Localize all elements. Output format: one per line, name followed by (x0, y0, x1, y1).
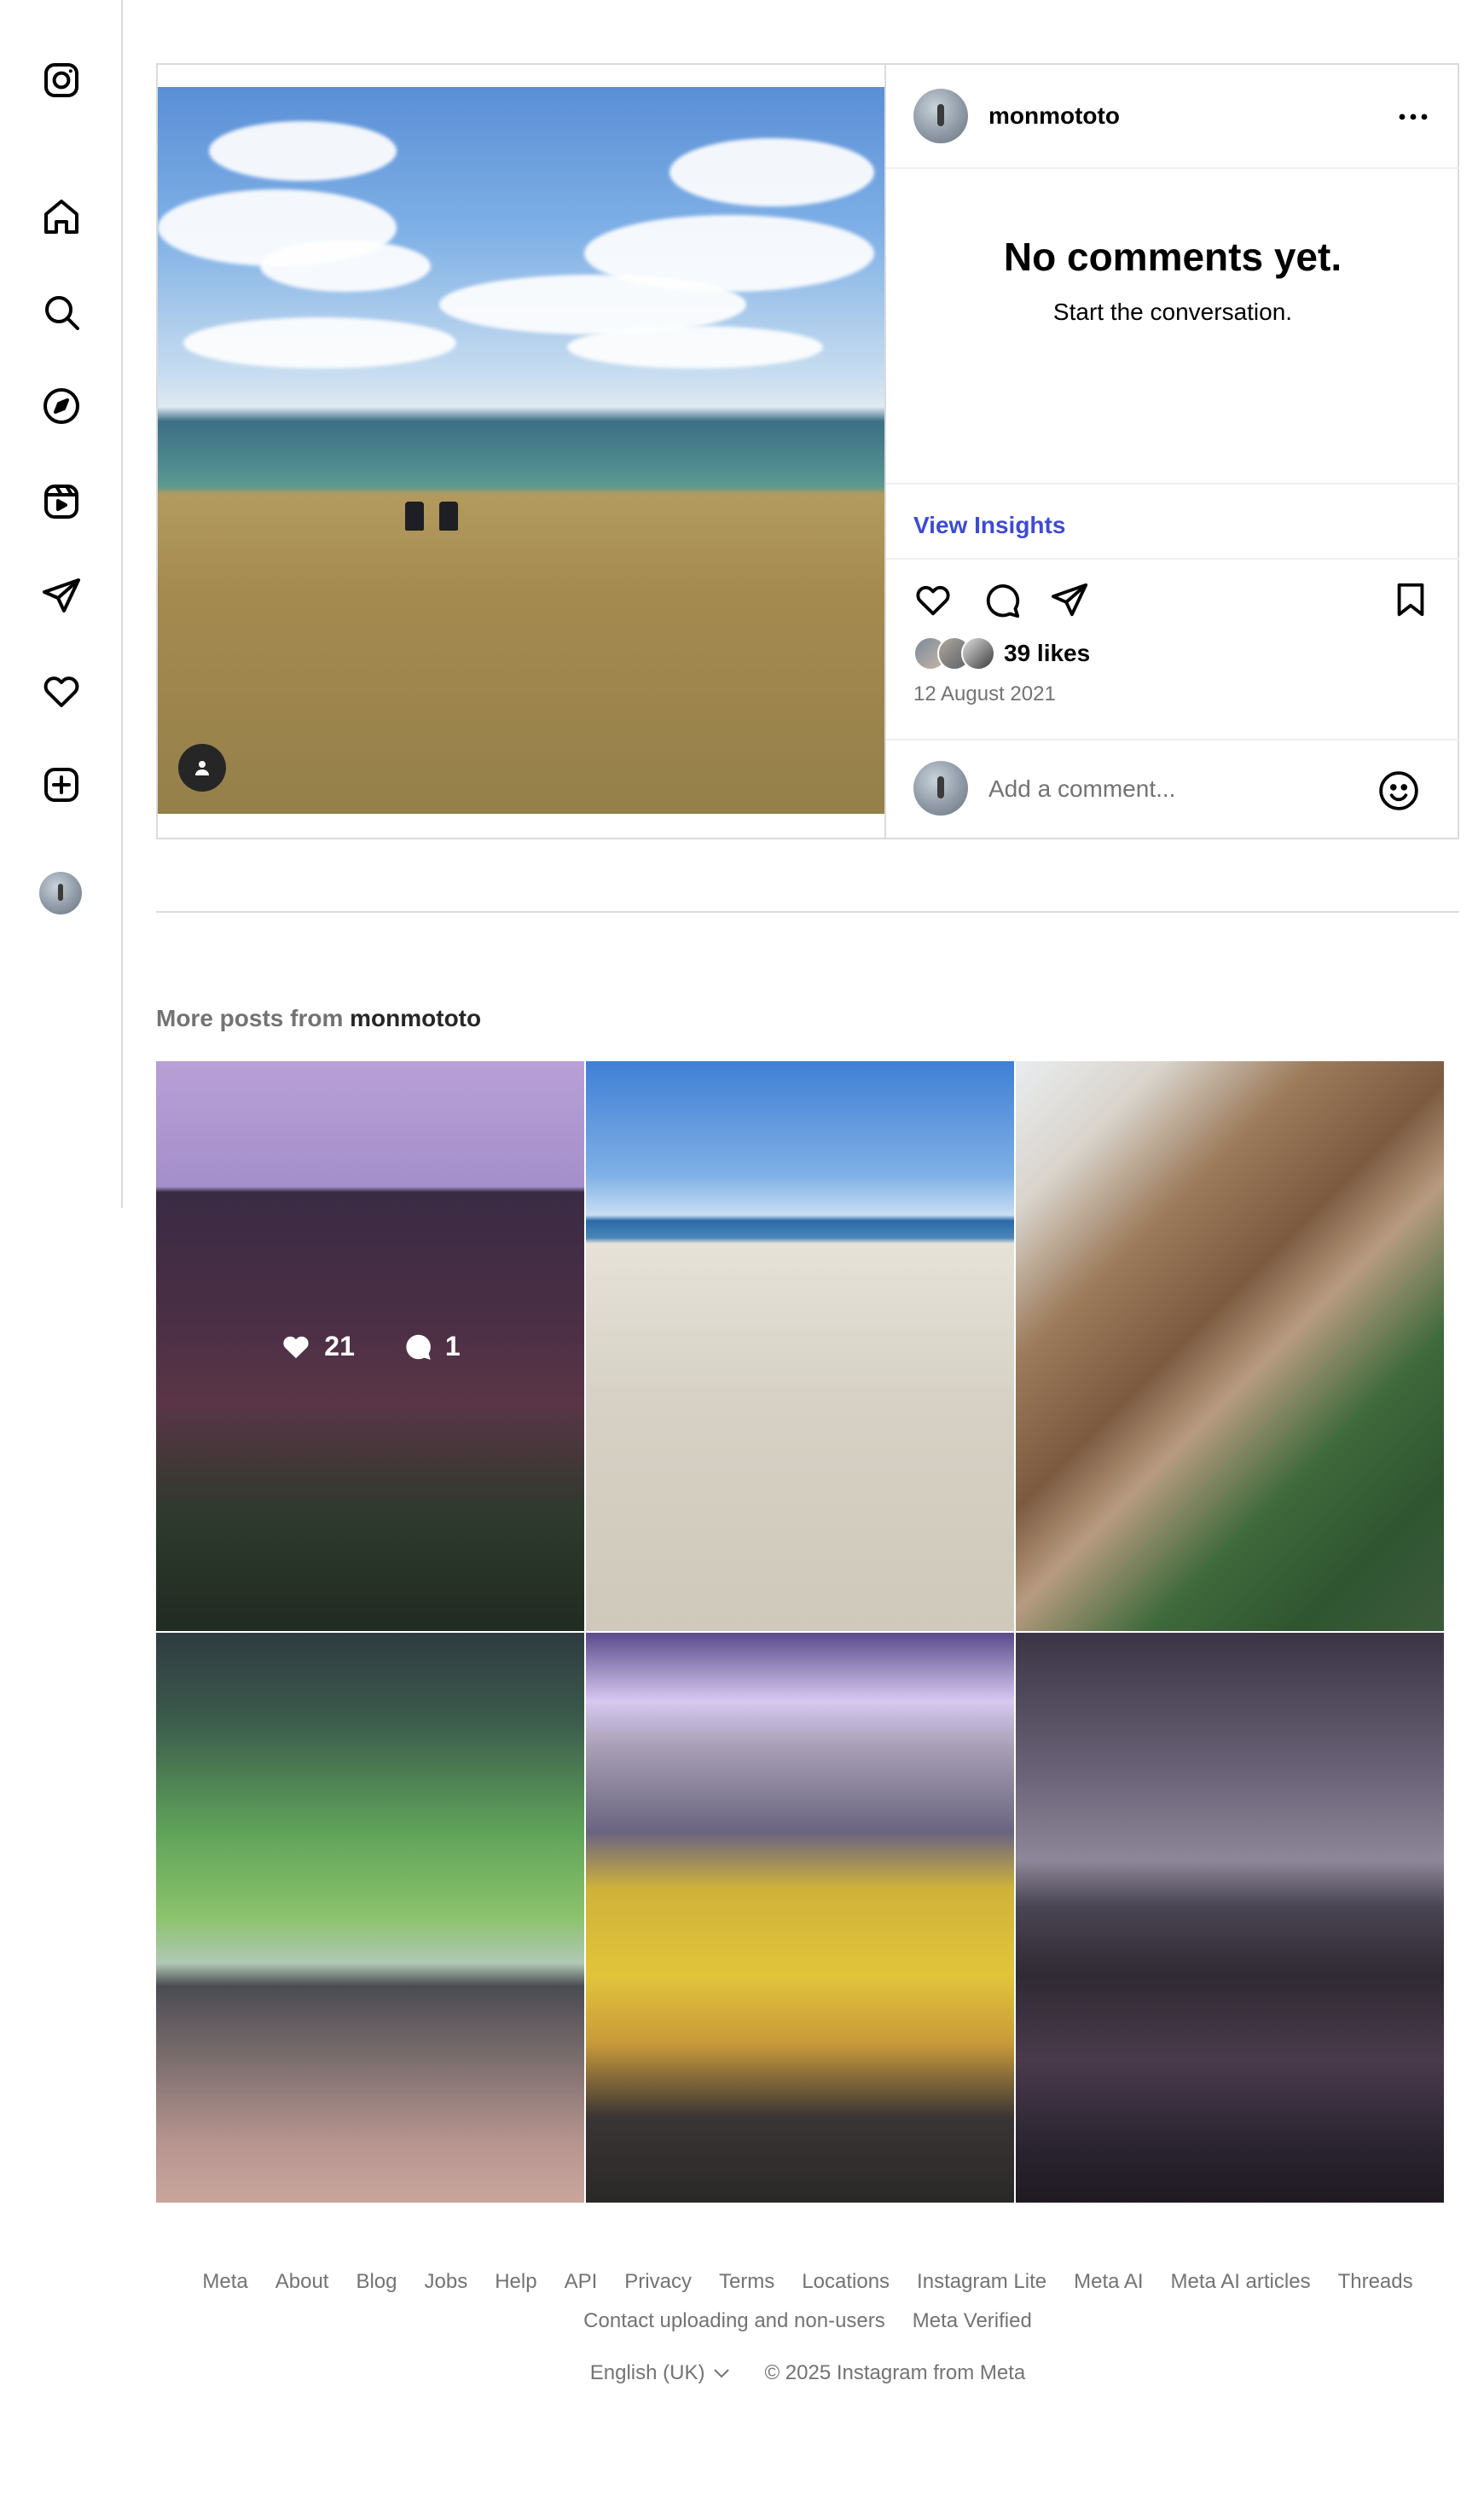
comment-filled-icon (406, 1334, 431, 1360)
post-header: monmototo (886, 65, 1459, 169)
author-avatar[interactable] (913, 89, 968, 143)
no-comments-title: No comments yet. (1003, 235, 1342, 279)
notifications-icon[interactable] (38, 667, 85, 715)
post-thumbnail[interactable] (1016, 1633, 1444, 2203)
more-posts-prefix: More posts from (156, 1005, 344, 1031)
footer-link[interactable]: Meta (202, 2262, 247, 2302)
post-thumbnail[interactable] (586, 1633, 1014, 2203)
post-date: 12 August 2021 (913, 682, 1056, 705)
footer-link[interactable]: Locations (802, 2262, 890, 2302)
footer-link[interactable]: Blog (356, 2262, 397, 2302)
language-selector[interactable]: English (UK) (590, 2361, 731, 2385)
comment-icon[interactable] (980, 578, 1023, 621)
search-icon[interactable] (38, 288, 85, 336)
view-insights-link[interactable]: View Insights (913, 512, 1065, 539)
footer-links: Meta About Blog Jobs Help API Privacy Te… (156, 2262, 1459, 2302)
create-icon[interactable] (38, 761, 85, 809)
like-icon[interactable] (912, 578, 954, 621)
footer-link[interactable]: Terms (719, 2262, 774, 2302)
footer-link[interactable]: Meta AI (1074, 2262, 1143, 2302)
footer-link[interactable]: Help (495, 2262, 536, 2302)
footer-link[interactable]: Meta AI articles (1171, 2262, 1311, 2302)
tagged-user-icon[interactable] (178, 744, 226, 792)
more-options-icon[interactable] (1396, 104, 1430, 130)
post-thumbnail[interactable] (586, 1061, 1014, 1631)
profile-avatar[interactable] (39, 872, 82, 914)
share-icon[interactable] (1048, 578, 1091, 621)
chevron-down-icon (714, 2369, 730, 2378)
post-thumbnail[interactable]: 21 1 (156, 1061, 584, 1631)
post-thumbnail[interactable] (1016, 1061, 1444, 1631)
footer-link[interactable]: About (275, 2262, 329, 2302)
liker-avatar (961, 636, 995, 671)
footer-link[interactable]: Contact uploading and non-users (583, 2302, 885, 2341)
copyright: © 2025 Instagram from Meta (764, 2361, 1026, 2384)
hover-stats: 21 1 (156, 1061, 584, 1631)
explore-icon[interactable] (38, 382, 85, 430)
comment-input[interactable] (988, 769, 1347, 809)
messages-icon[interactable] (38, 572, 85, 619)
more-posts-heading: More posts from monmototo (156, 1005, 481, 1032)
heart-filled-icon (283, 1336, 309, 1359)
post-sidebar: monmototo No comments yet. Start the con… (884, 65, 1459, 838)
footer: Meta About Blog Jobs Help API Privacy Te… (156, 2262, 1459, 2385)
instagram-logo-icon[interactable] (38, 56, 85, 104)
footer-link[interactable]: Instagram Lite (917, 2262, 1046, 2302)
reels-icon[interactable] (38, 478, 85, 525)
tile-likes: 21 (324, 1330, 355, 1361)
likes-count[interactable]: 39 likes (1004, 640, 1090, 667)
post-image[interactable] (158, 87, 884, 814)
tile-comments: 1 (444, 1330, 461, 1361)
save-icon[interactable] (1389, 578, 1432, 621)
current-user-avatar (913, 761, 968, 816)
comments-section: No comments yet. Start the conversation. (886, 169, 1459, 485)
footer-links-secondary: Contact uploading and non-users Meta Ver… (156, 2302, 1459, 2341)
footer-bottom: English (UK) © 2025 Instagram from Meta (156, 2361, 1459, 2385)
likes-row[interactable]: 39 likes (913, 635, 1090, 672)
footer-link[interactable]: Privacy (624, 2262, 692, 2302)
emoji-icon[interactable] (1377, 769, 1420, 812)
add-comment-row (886, 739, 1459, 838)
footer-link[interactable]: Threads (1338, 2262, 1413, 2302)
more-posts-grid: 21 1 (156, 1061, 1444, 2204)
post-thumbnail[interactable] (156, 1633, 584, 2203)
start-conversation-text: Start the conversation. (1052, 299, 1293, 325)
home-icon[interactable] (38, 193, 85, 241)
section-divider (156, 911, 1459, 913)
more-posts-username[interactable]: monmototo (350, 1005, 481, 1031)
footer-link[interactable]: API (565, 2262, 598, 2302)
footer-link[interactable]: Jobs (425, 2262, 468, 2302)
language-label: English (UK) (589, 2361, 705, 2384)
sidebar (0, 0, 123, 1208)
insights-row: View Insights (886, 485, 1459, 560)
author-username[interactable]: monmototo (988, 102, 1120, 130)
post-card: monmototo No comments yet. Start the con… (156, 63, 1459, 839)
footer-link[interactable]: Meta Verified (913, 2302, 1032, 2341)
post-actions: 39 likes 12 August 2021 (886, 560, 1459, 739)
